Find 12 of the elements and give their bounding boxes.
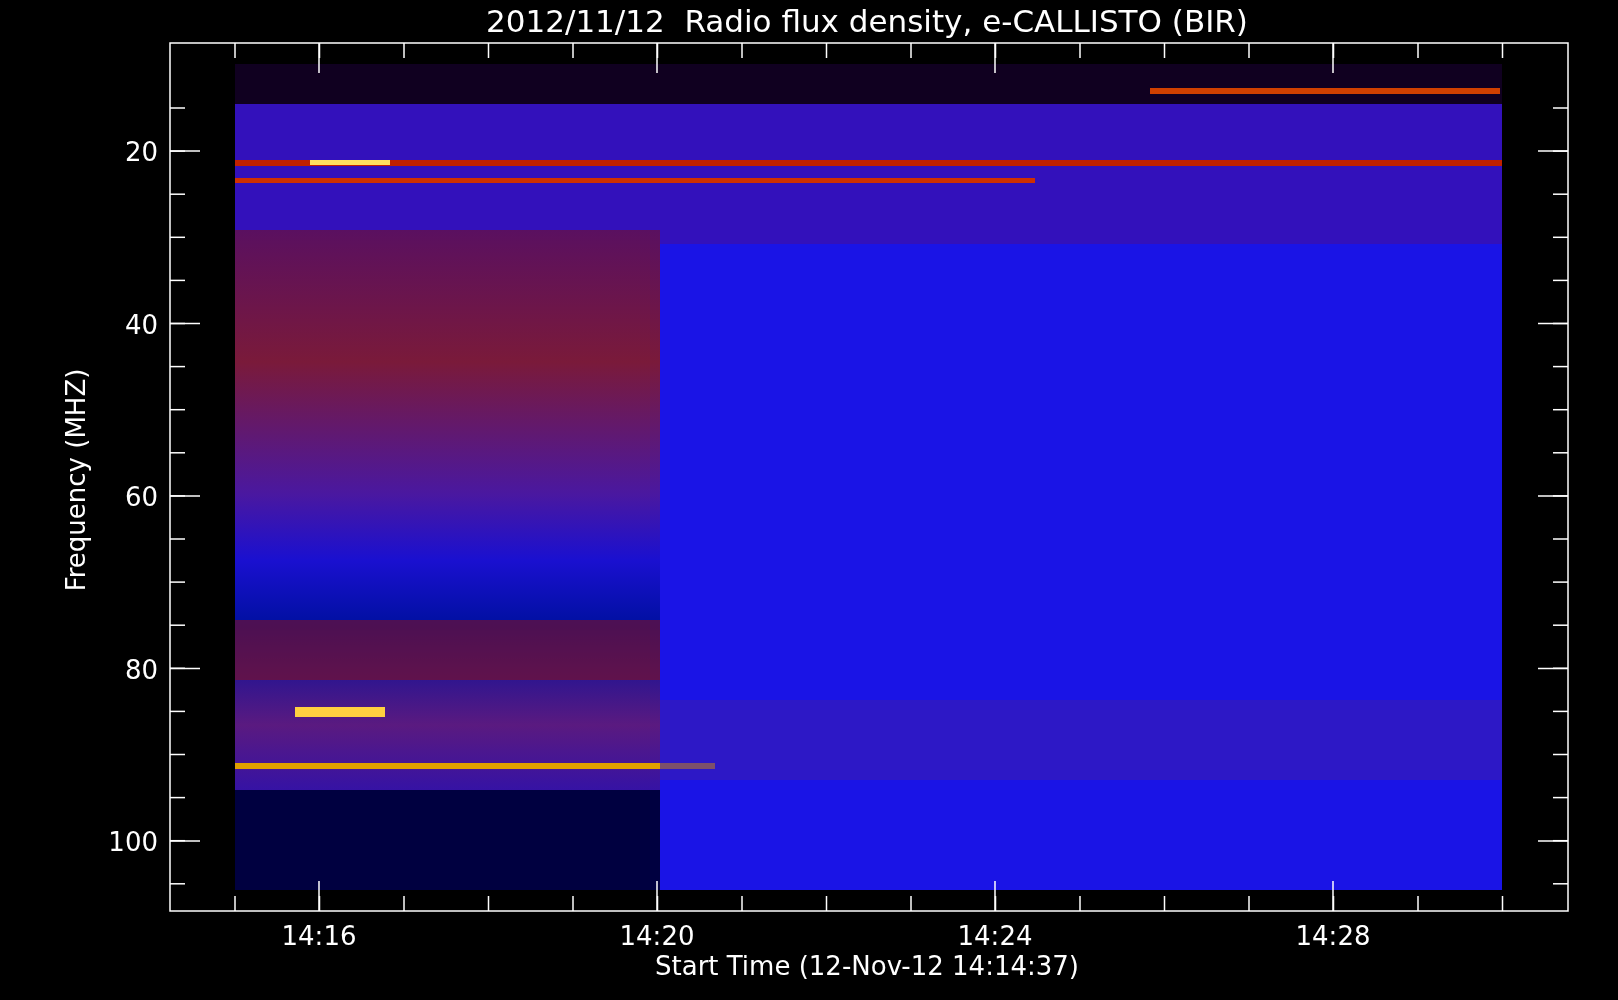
x-axis-label: Start Time (12-Nov-12 14:14:37) (655, 951, 1079, 981)
y-axis-label: Frequency (MHZ) (61, 368, 91, 592)
y-tick-label: 100 (108, 827, 158, 857)
x-tick-label: 14:16 (281, 921, 357, 951)
x-tick-label: 14:24 (957, 921, 1033, 951)
y-tick-label: 40 (124, 309, 158, 340)
y-tick-label: 80 (124, 654, 158, 685)
y-tick-label: 20 (124, 137, 158, 167)
y-tick-label: 60 (124, 482, 158, 512)
x-tick-label: 14:28 (1295, 921, 1371, 951)
plot-title: 2012/11/12 Radio flux density, e-CALLISTO (BIR) (486, 3, 1248, 39)
x-tick-label: 14:20 (619, 921, 695, 951)
